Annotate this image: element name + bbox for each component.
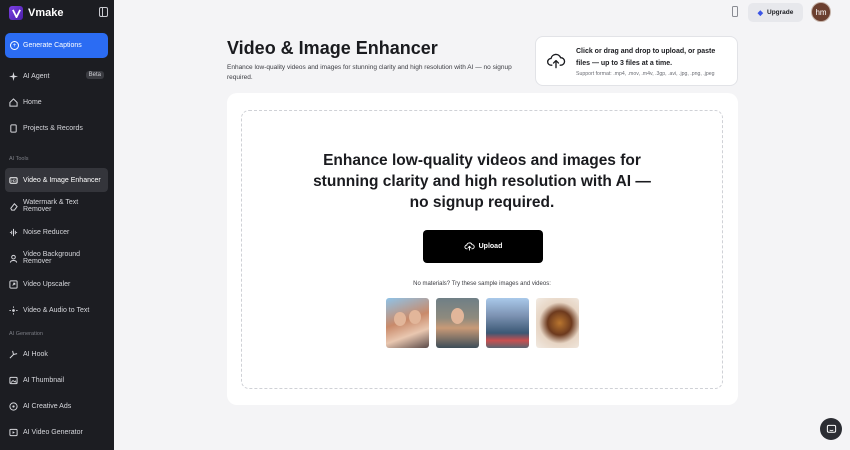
main-card: Enhance low-quality videos and images fo… xyxy=(227,93,738,405)
sidebar-item-label: Video Upscaler xyxy=(23,280,71,288)
sidebar-collapse-icon[interactable] xyxy=(99,7,108,17)
avatar[interactable]: hm xyxy=(811,2,831,22)
sidebar: Vmake + Generate Captions AI Agent Beta … xyxy=(0,0,114,450)
cloud-upload-icon xyxy=(547,53,566,69)
brand[interactable]: Vmake xyxy=(9,5,63,21)
sidebar-item-projects[interactable]: Projects & Records xyxy=(5,116,108,140)
upload-label: Upload xyxy=(478,243,503,250)
sidebar-item-watermark-remover[interactable]: Watermark & Text Remover xyxy=(5,194,108,218)
sidebar-item-label: AI Agent xyxy=(23,72,50,80)
sidebar-item-background-remover[interactable]: Video Background Remover xyxy=(5,246,108,270)
sidebar-item-ai-video-generator[interactable]: AI Video Generator xyxy=(5,420,108,444)
generate-captions-label: Generate Captions xyxy=(23,42,82,49)
sidebar-item-label: AI Thumbnail xyxy=(23,376,65,384)
upscale-icon xyxy=(9,279,18,289)
sidebar-item-ai-hook[interactable]: AI Hook xyxy=(5,342,108,366)
sidebar-item-audio-to-text[interactable]: Video & Audio to Text xyxy=(5,298,108,322)
chat-icon xyxy=(826,424,836,433)
sample-thumbnail-friends[interactable] xyxy=(386,298,429,348)
hook-icon xyxy=(9,350,18,359)
cloud-upload-icon xyxy=(464,242,475,251)
sidebar-item-home[interactable]: Home xyxy=(5,90,108,114)
sparkle-icon xyxy=(9,71,18,81)
waveform-icon xyxy=(9,228,18,237)
enhance-icon: HD xyxy=(9,176,18,185)
sidebar-item-label: AI Video Generator xyxy=(23,428,83,436)
gem-icon: ◆ xyxy=(757,9,763,17)
sidebar-item-label: AI Creative Ads xyxy=(23,402,72,410)
image-icon xyxy=(9,376,18,385)
sidebar-item-ai-thumbnail[interactable]: AI Thumbnail xyxy=(5,368,108,392)
eraser-icon xyxy=(9,202,18,211)
upload-button[interactable]: Upload xyxy=(423,230,543,263)
section-label-ai-tools: AI Tools xyxy=(9,156,29,162)
ads-icon xyxy=(9,401,18,411)
mobile-icon[interactable] xyxy=(732,6,738,17)
sidebar-item-noise-reducer[interactable]: Noise Reducer xyxy=(5,220,108,244)
generate-captions-button[interactable]: + Generate Captions xyxy=(5,33,108,58)
plus-circle-icon: + xyxy=(10,41,19,50)
video-icon xyxy=(9,428,18,437)
svg-text:HD: HD xyxy=(11,178,16,182)
page-title: Video & Image Enhancer xyxy=(227,38,438,58)
file-icon xyxy=(9,123,18,133)
sample-thumbnail-food[interactable] xyxy=(536,298,579,348)
upload-dropzone[interactable]: Click or drag and drop to upload, or pas… xyxy=(535,36,738,86)
sidebar-item-video-upscaler[interactable]: Video Upscaler xyxy=(5,272,108,296)
person-icon xyxy=(9,254,18,263)
sidebar-item-ai-creative-ads[interactable]: AI Creative Ads xyxy=(5,394,108,418)
sidebar-item-label: Watermark & Text Remover xyxy=(23,199,79,213)
sidebar-item-label: Video Background Remover xyxy=(23,251,81,265)
dropzone-instructions: Click or drag and drop to upload, or pas… xyxy=(576,48,716,67)
beta-badge: Beta xyxy=(85,71,104,79)
sample-thumbnail-portrait[interactable] xyxy=(436,298,479,348)
hero-heading: Enhance low-quality videos and images fo… xyxy=(313,152,651,211)
sidebar-item-video-image-enhancer[interactable]: HD Video & Image Enhancer xyxy=(5,168,108,192)
sidebar-item-label: Video & Audio to Text xyxy=(23,306,90,314)
main-dropzone[interactable]: Enhance low-quality videos and images fo… xyxy=(241,110,723,389)
home-icon xyxy=(9,97,18,107)
sidebar-item-label: Projects & Records xyxy=(23,124,83,132)
upgrade-label: Upgrade xyxy=(767,9,794,16)
section-label-ai-generation: AI Generation xyxy=(9,331,43,337)
sidebar-item-label: AI Hook xyxy=(23,350,48,358)
upgrade-button[interactable]: ◆ Upgrade xyxy=(748,3,803,22)
transcript-icon xyxy=(9,305,18,315)
sidebar-item-label: Home xyxy=(23,98,42,106)
chat-support-button[interactable] xyxy=(820,418,842,440)
sidebar-item-label: Noise Reducer xyxy=(23,228,70,236)
brand-name: Vmake xyxy=(28,7,64,19)
dropzone-formats: Support format: .mp4, .mov, .m4v, .3gp, … xyxy=(576,71,715,77)
sample-thumbnail-city[interactable] xyxy=(486,298,529,348)
page-description: Enhance low-quality videos and images fo… xyxy=(227,64,512,81)
vmake-logo-icon xyxy=(9,6,23,20)
sidebar-item-label: Video & Image Enhancer xyxy=(23,176,101,184)
sidebar-item-ai-agent[interactable]: AI Agent Beta xyxy=(5,64,108,88)
samples-label: No materials? Try these sample images an… xyxy=(413,281,551,287)
